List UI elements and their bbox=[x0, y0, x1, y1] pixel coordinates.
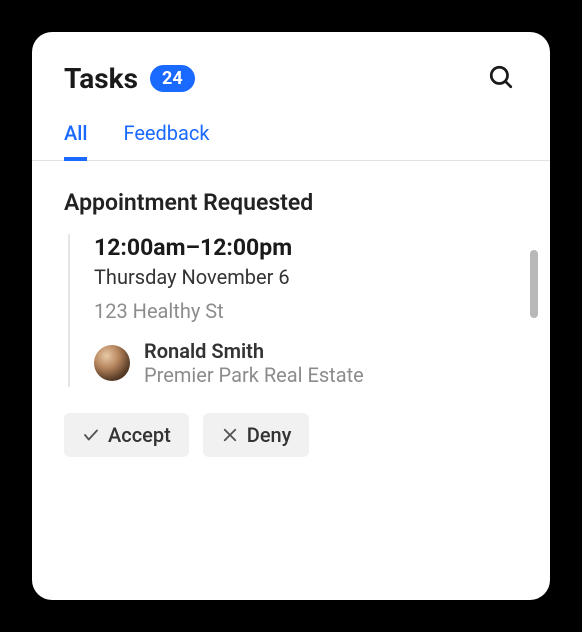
search-icon bbox=[488, 64, 514, 90]
action-buttons: Accept Deny bbox=[64, 413, 518, 457]
tab-feedback[interactable]: Feedback bbox=[123, 121, 209, 161]
scrollbar-thumb[interactable] bbox=[530, 250, 538, 318]
appointment-item: 12:00am–12:00pm Thursday November 6 123 … bbox=[68, 234, 518, 387]
content: Appointment Requested 12:00am–12:00pm Th… bbox=[32, 161, 550, 457]
deny-button[interactable]: Deny bbox=[203, 413, 310, 457]
appointment-address: 123 Healthy St bbox=[94, 299, 518, 323]
accept-label: Accept bbox=[108, 423, 171, 447]
deny-label: Deny bbox=[247, 423, 292, 447]
accept-button[interactable]: Accept bbox=[64, 413, 189, 457]
page-title: Tasks bbox=[64, 62, 138, 95]
count-badge: 24 bbox=[150, 65, 195, 93]
requester-name: Ronald Smith bbox=[144, 339, 364, 363]
appointment-time: 12:00am–12:00pm bbox=[94, 234, 518, 261]
search-button[interactable] bbox=[484, 60, 518, 97]
appointment-date: Thursday November 6 bbox=[94, 265, 518, 289]
requester: Ronald Smith Premier Park Real Estate bbox=[94, 339, 518, 387]
tabs: All Feedback bbox=[32, 121, 550, 161]
title-wrap: Tasks 24 bbox=[64, 62, 195, 95]
tab-all[interactable]: All bbox=[64, 121, 87, 161]
avatar bbox=[94, 345, 130, 381]
requester-info: Ronald Smith Premier Park Real Estate bbox=[144, 339, 364, 387]
requester-org: Premier Park Real Estate bbox=[144, 363, 364, 387]
header: Tasks 24 bbox=[32, 60, 550, 97]
x-icon bbox=[221, 426, 239, 444]
check-icon bbox=[82, 426, 100, 444]
tasks-card: Tasks 24 All Feedback Appointment Reques… bbox=[32, 32, 550, 600]
section-title: Appointment Requested bbox=[64, 189, 518, 216]
